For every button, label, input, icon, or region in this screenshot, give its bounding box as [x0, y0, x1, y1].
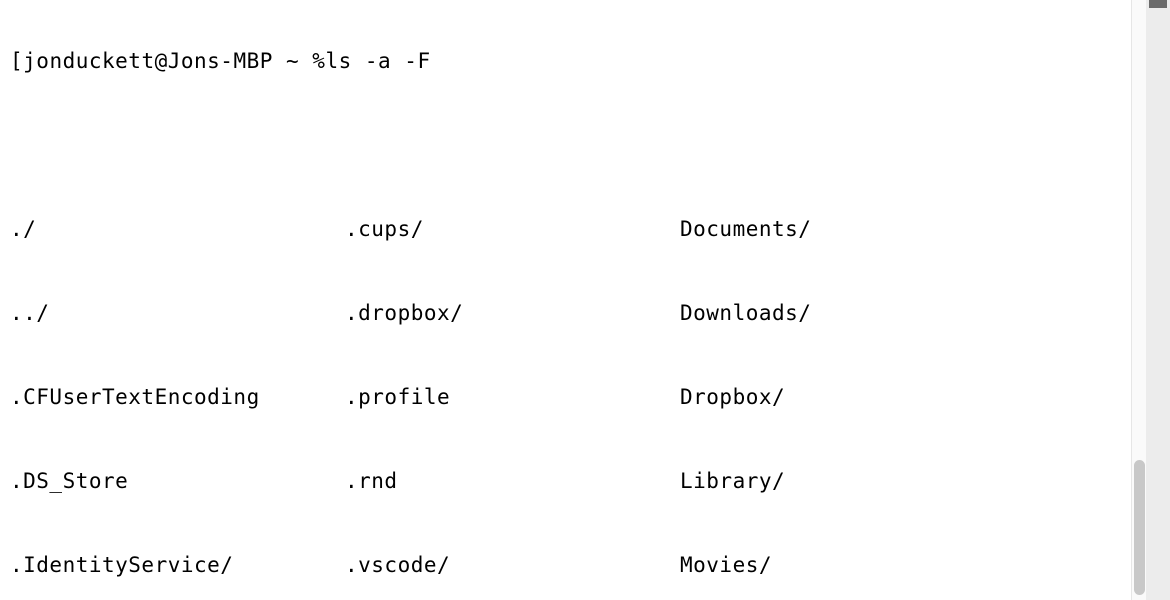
list-item: Library/: [680, 467, 1015, 495]
command-text: ls -a -F: [325, 47, 430, 75]
list-item: ../: [10, 299, 345, 327]
prompt-text: jonduckett@Jons-MBP ~ %: [23, 47, 325, 75]
list-item: .CFUserTextEncoding: [10, 383, 345, 411]
list-item: Dropbox/: [680, 383, 1015, 411]
list-item: .IdentityService/: [10, 551, 345, 579]
list-item: .DS_Store: [10, 467, 345, 495]
list-item: Downloads/: [680, 299, 1015, 327]
list-item: Documents/: [680, 215, 1015, 243]
list-item: Movies/: [680, 551, 1015, 579]
vertical-scrollbar[interactable]: [1131, 0, 1146, 600]
ls-output: ./ ../ .CFUserTextEncoding .DS_Store .Id…: [10, 159, 1134, 591]
terminal-output[interactable]: [jonduckett@Jons-MBP ~ % ls -a -F ./ ../…: [0, 0, 1144, 591]
prompt-bracket: [: [10, 47, 23, 75]
list-item: ./: [10, 215, 345, 243]
terminal-line-command: [jonduckett@Jons-MBP ~ % ls -a -F: [10, 47, 1134, 75]
right-toolbar: [1146, 0, 1170, 600]
list-item: .profile: [345, 383, 680, 411]
ls-column-2: .cups/ .dropbox/ .profile .rnd .vscode/ …: [345, 159, 680, 591]
ls-column-1: ./ ../ .CFUserTextEncoding .DS_Store .Id…: [10, 159, 345, 591]
panel-icon[interactable]: [1149, 0, 1167, 8]
list-item: .dropbox/: [345, 299, 680, 327]
ls-column-3: Documents/ Downloads/ Dropbox/ Library/ …: [680, 159, 1015, 591]
list-item: .vscode/: [345, 551, 680, 579]
scrollbar-thumb[interactable]: [1134, 460, 1145, 595]
list-item: .rnd: [345, 467, 680, 495]
list-item: .cups/: [345, 215, 680, 243]
